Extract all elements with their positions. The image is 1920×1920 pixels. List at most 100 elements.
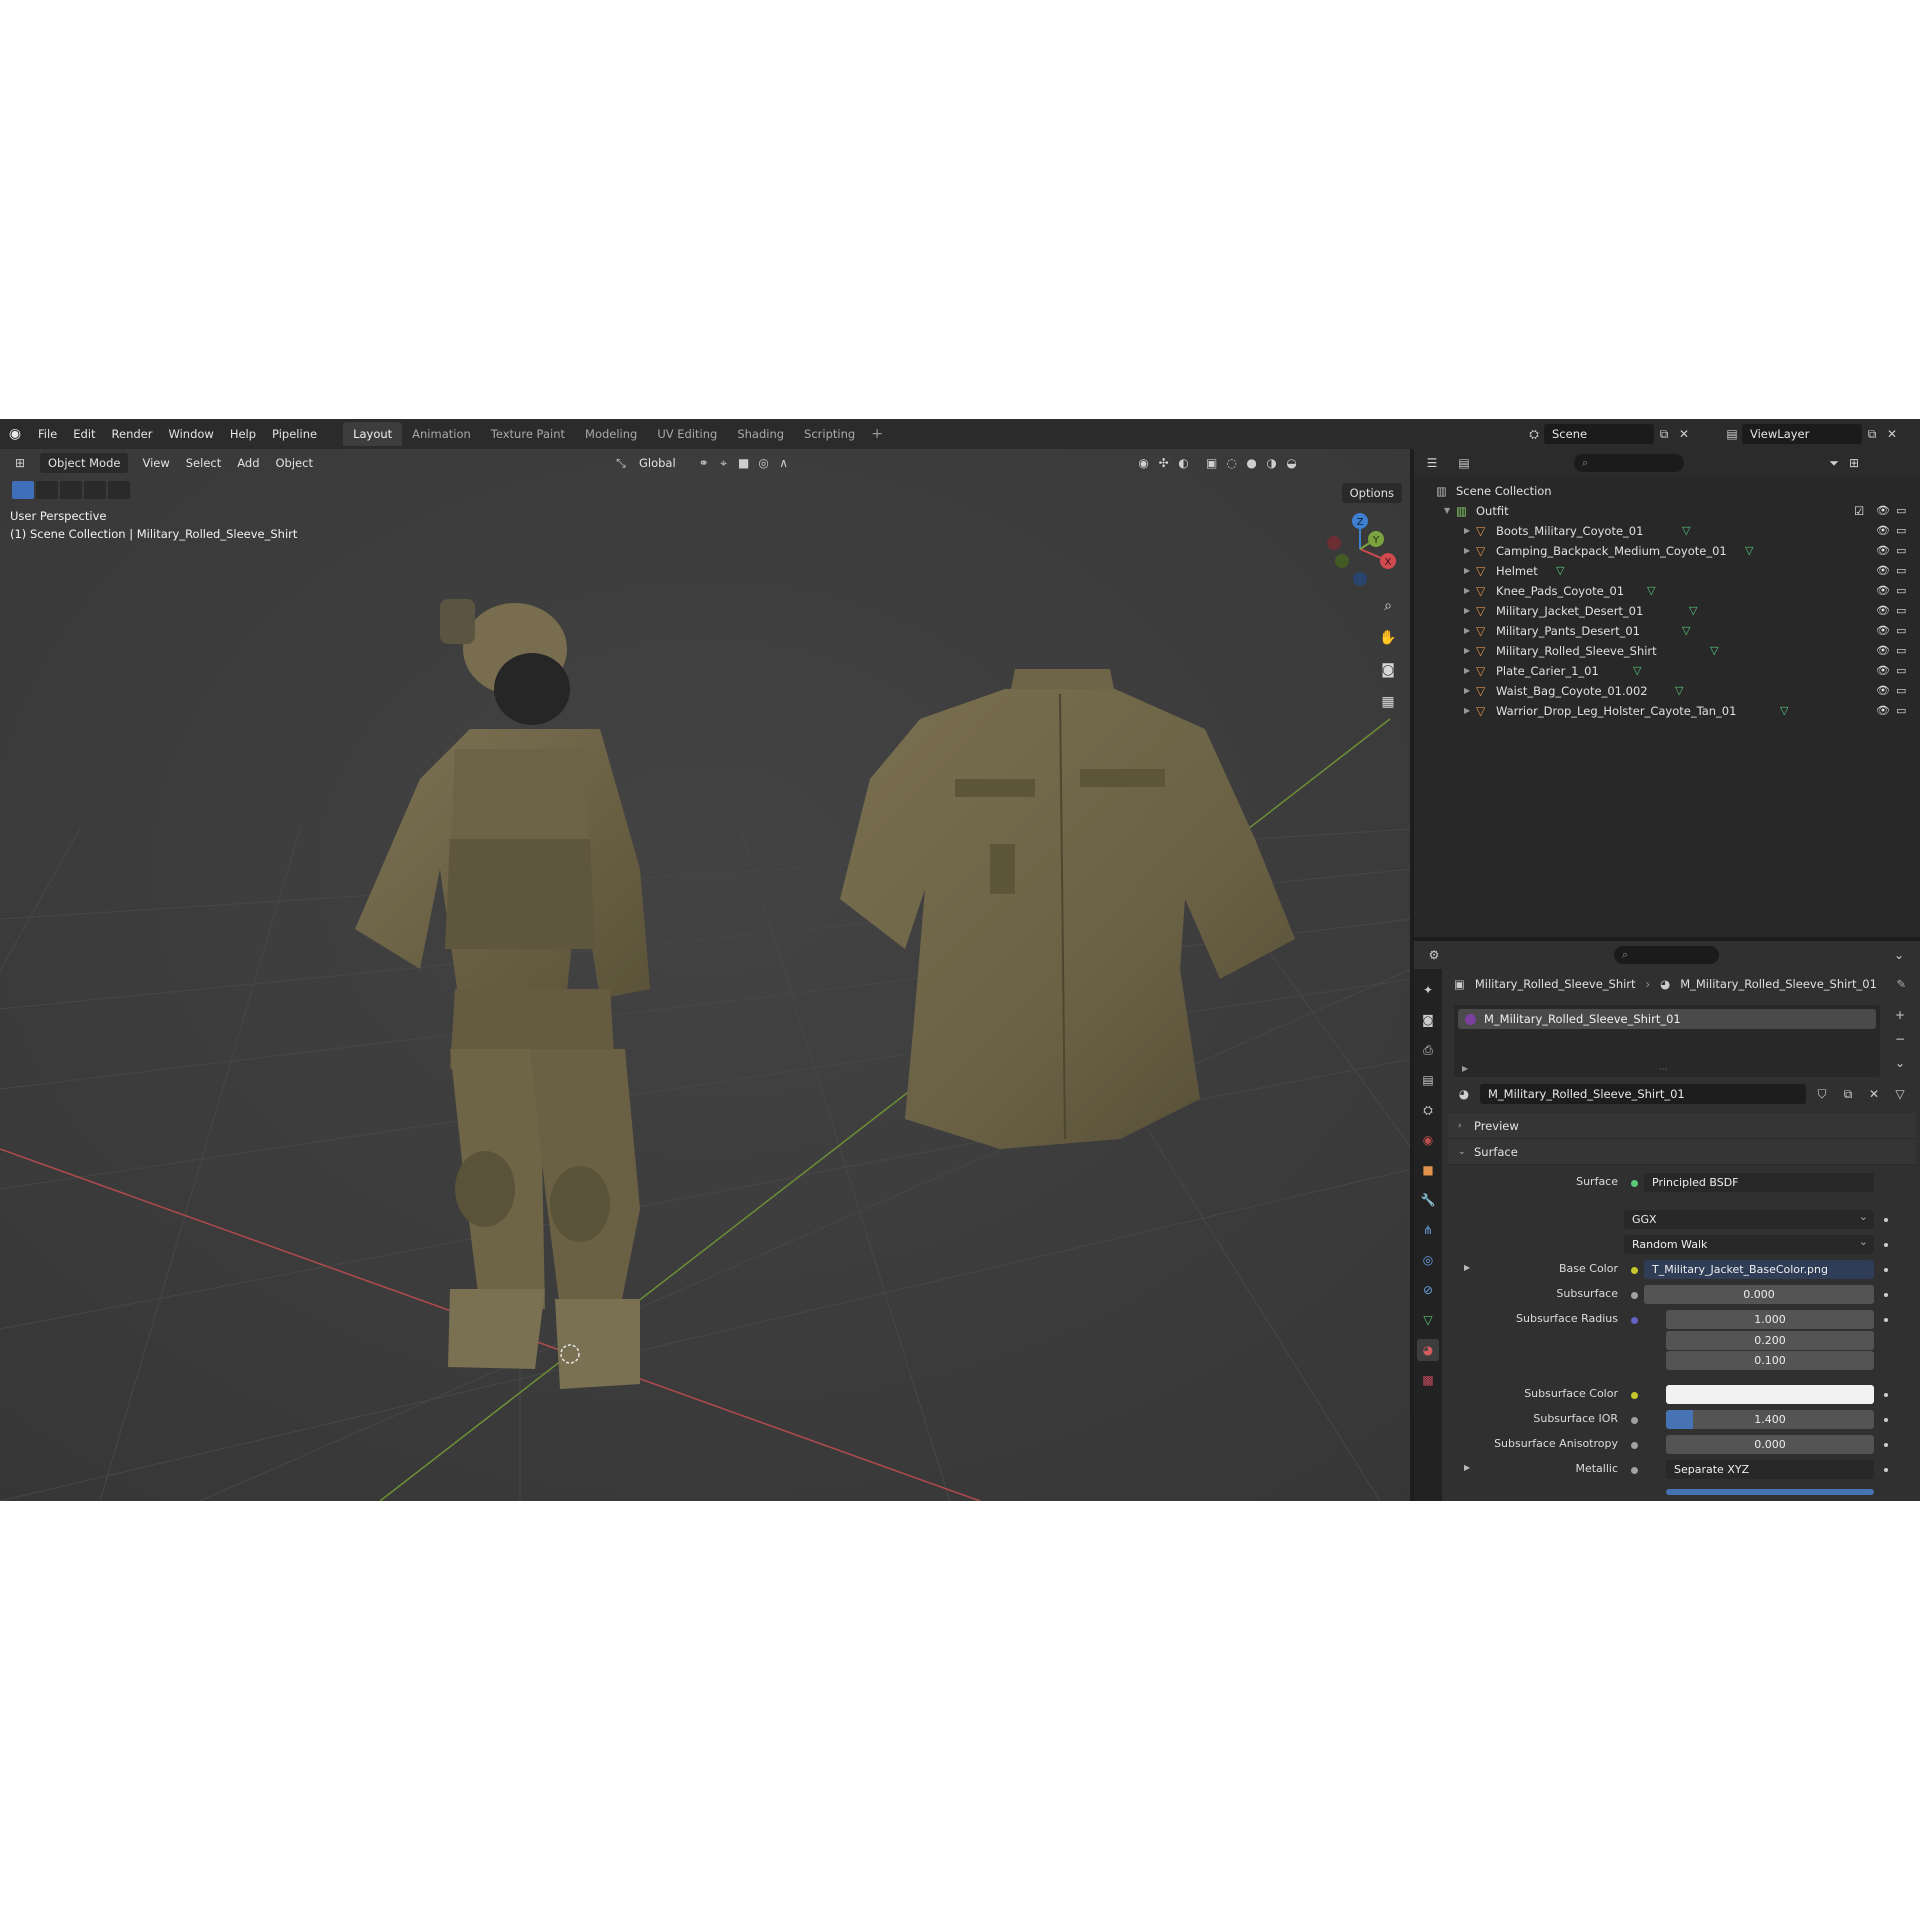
render-icon[interactable]: ▭ (1896, 521, 1906, 541)
render-icon[interactable]: ▭ (1896, 501, 1906, 521)
object-tab-icon[interactable]: ■ (1417, 1159, 1439, 1181)
3d-viewport[interactable]: ⊞ Object Mode View Select Add Object ⤡ G… (0, 449, 1412, 1501)
expand-arrow-icon[interactable]: ▶ (1464, 1463, 1470, 1472)
expand-arrow-icon[interactable]: ▶ (1464, 601, 1470, 621)
tab-uv-editing[interactable]: UV Editing (647, 422, 727, 446)
menu-select[interactable]: Select (178, 453, 229, 473)
expand-arrow-icon[interactable]: ▶ (1464, 701, 1470, 721)
mesh-data-icon[interactable]: ▽ (1556, 561, 1564, 581)
blender-logo-icon[interactable]: ◉ (0, 419, 30, 449)
eye-icon[interactable]: 👁 (1876, 681, 1890, 701)
base-color-texture-field[interactable]: T_Military_Jacket_BaseColor.png (1644, 1260, 1874, 1279)
snap-target-icon[interactable]: ■ (734, 453, 754, 473)
surface-panel-header[interactable]: ⌄ Surface (1448, 1139, 1916, 1165)
render-icon[interactable]: ▭ (1896, 601, 1906, 621)
eye-icon[interactable]: 👁 (1876, 661, 1890, 681)
mesh-data-icon[interactable]: ▽ (1689, 601, 1697, 621)
camera-icon[interactable]: ◙ (1376, 658, 1400, 682)
mesh-data-icon[interactable]: ▽ (1647, 581, 1655, 601)
expand-arrow-icon[interactable]: ▶ (1464, 521, 1470, 541)
radius-z-field[interactable]: 0.100 (1666, 1351, 1874, 1370)
outliner-object-row[interactable]: ▶ ▽ Military_Pants_Desert_01 ▽ 👁 ▭ (1414, 621, 1920, 641)
outliner-object-row[interactable]: ▶ ▽ Knee_Pads_Coyote_01 ▽ 👁 ▭ (1414, 581, 1920, 601)
outliner-object-row[interactable]: ▶ ▽ Helmet ▽ 👁 ▭ (1414, 561, 1920, 581)
subsurface-value-field[interactable]: 0.000 (1644, 1285, 1874, 1304)
collection-outfit-row[interactable]: ▼ ▥ Outfit ☑ 👁 ▭ (1414, 501, 1920, 521)
display-mode-icon[interactable]: ▤ (1454, 453, 1474, 473)
viewlayer-tab-icon[interactable]: ▤ (1417, 1069, 1439, 1091)
expand-arrow-icon[interactable]: ▶ (1464, 1263, 1470, 1272)
expand-arrow-icon[interactable]: ▶ (1464, 661, 1470, 681)
mode-dropdown[interactable]: Object Mode (40, 453, 129, 473)
menu-file[interactable]: File (30, 419, 65, 449)
value-socket-icon[interactable] (1631, 1442, 1638, 1449)
keyframe-dot-icon[interactable] (1884, 1218, 1888, 1222)
material-shading-icon[interactable]: ◑ (1262, 453, 1282, 473)
menu-view[interactable]: View (134, 453, 177, 473)
tab-animation[interactable]: Animation (402, 422, 481, 446)
color-socket-icon[interactable] (1631, 1392, 1638, 1399)
keyframe-dot-icon[interactable] (1884, 1418, 1888, 1422)
editor-type-icon[interactable]: ⊞ (10, 453, 30, 473)
expand-arrow-icon[interactable]: ▶ (1464, 681, 1470, 701)
keyframe-dot-icon[interactable] (1884, 1268, 1888, 1272)
partial-slider[interactable] (1666, 1489, 1874, 1495)
eye-icon[interactable]: 👁 (1876, 701, 1890, 721)
select-subtract-icon[interactable] (60, 481, 82, 499)
value-socket-icon[interactable] (1631, 1292, 1638, 1299)
properties-search-input[interactable]: ⌕ (1614, 946, 1719, 964)
data-tab-icon[interactable]: ▽ (1417, 1309, 1439, 1331)
delete-viewlayer-icon[interactable]: ✕ (1882, 424, 1902, 444)
grid-perspective-icon[interactable]: ▦ (1376, 690, 1400, 714)
render-icon[interactable]: ▭ (1896, 561, 1906, 581)
select-intersect-icon[interactable] (108, 481, 130, 499)
render-icon[interactable]: ▭ (1896, 541, 1906, 561)
menu-edit[interactable]: Edit (65, 419, 103, 449)
render-icon[interactable]: ▭ (1896, 641, 1906, 661)
falloff-icon[interactable]: ∧ (774, 453, 794, 473)
particles-tab-icon[interactable]: ⋔ (1417, 1219, 1439, 1241)
orientation-dropdown[interactable]: Global (631, 453, 684, 473)
mesh-data-icon[interactable]: ▽ (1675, 681, 1683, 701)
transform-orientation-icon[interactable]: ⤡ (611, 453, 631, 473)
new-viewlayer-icon[interactable]: ⧉ (1862, 424, 1882, 444)
eye-icon[interactable]: 👁 (1876, 501, 1890, 521)
render-icon[interactable]: ▭ (1896, 681, 1906, 701)
proportional-edit-icon[interactable]: ◎ (754, 453, 774, 473)
menu-object[interactable]: Object (268, 453, 321, 473)
delete-scene-icon[interactable]: ✕ (1674, 424, 1694, 444)
visibility-icon[interactable]: ◉ (1134, 453, 1154, 473)
scene-collection-row[interactable]: ▥ Scene Collection (1414, 481, 1920, 501)
scene-tab-icon[interactable]: ⛭ (1417, 1099, 1439, 1121)
add-slot-icon[interactable]: + (1890, 1005, 1910, 1025)
gizmo-neg-x-icon[interactable] (1327, 536, 1341, 550)
eye-icon[interactable]: 👁 (1876, 601, 1890, 621)
expand-arrow-icon[interactable]: ▶ (1464, 561, 1470, 581)
tab-scripting[interactable]: Scripting (794, 422, 865, 446)
outliner-object-row[interactable]: ▶ ▽ Boots_Military_Coyote_01 ▽ 👁 ▭ (1414, 521, 1920, 541)
eye-icon[interactable]: 👁 (1876, 561, 1890, 581)
menu-window[interactable]: Window (160, 419, 221, 449)
preview-panel-header[interactable]: › Preview (1448, 1113, 1916, 1139)
xray-icon[interactable]: ▣ (1202, 453, 1222, 473)
viewlayer-icon[interactable]: ▤ (1722, 424, 1742, 444)
value-socket-icon[interactable] (1631, 1467, 1638, 1474)
options-button[interactable]: Options (1341, 483, 1402, 503)
outliner-object-row[interactable]: ▶ ▽ Military_Jacket_Desert_01 ▽ 👁 ▭ (1414, 601, 1920, 621)
mesh-data-icon[interactable]: ▽ (1745, 541, 1753, 561)
outliner-object-row[interactable]: ▶ ▽ Plate_Carier_1_01 ▽ 👁 ▭ (1414, 661, 1920, 681)
tab-modeling[interactable]: Modeling (575, 422, 647, 446)
eye-icon[interactable]: 👁 (1876, 641, 1890, 661)
render-icon[interactable]: ▭ (1896, 661, 1906, 681)
mesh-data-icon[interactable]: ▽ (1682, 621, 1690, 641)
eye-icon[interactable]: 👁 (1876, 621, 1890, 641)
physics-tab-icon[interactable]: ◎ (1417, 1249, 1439, 1271)
keyframe-dot-icon[interactable] (1884, 1293, 1888, 1297)
snap-icon[interactable]: ⌖ (714, 453, 734, 473)
outliner-object-row[interactable]: ▶ ▽ Waist_Bag_Coyote_01.002 ▽ 👁 ▭ (1414, 681, 1920, 701)
keyframe-dot-icon[interactable] (1884, 1443, 1888, 1447)
vector-socket-icon[interactable] (1631, 1317, 1638, 1324)
material-name-field[interactable]: M_Military_Rolled_Sleeve_Shirt_01 (1480, 1084, 1806, 1104)
scene-field[interactable]: Scene (1544, 424, 1654, 444)
expand-arrow-icon[interactable]: ▶ (1464, 621, 1470, 641)
